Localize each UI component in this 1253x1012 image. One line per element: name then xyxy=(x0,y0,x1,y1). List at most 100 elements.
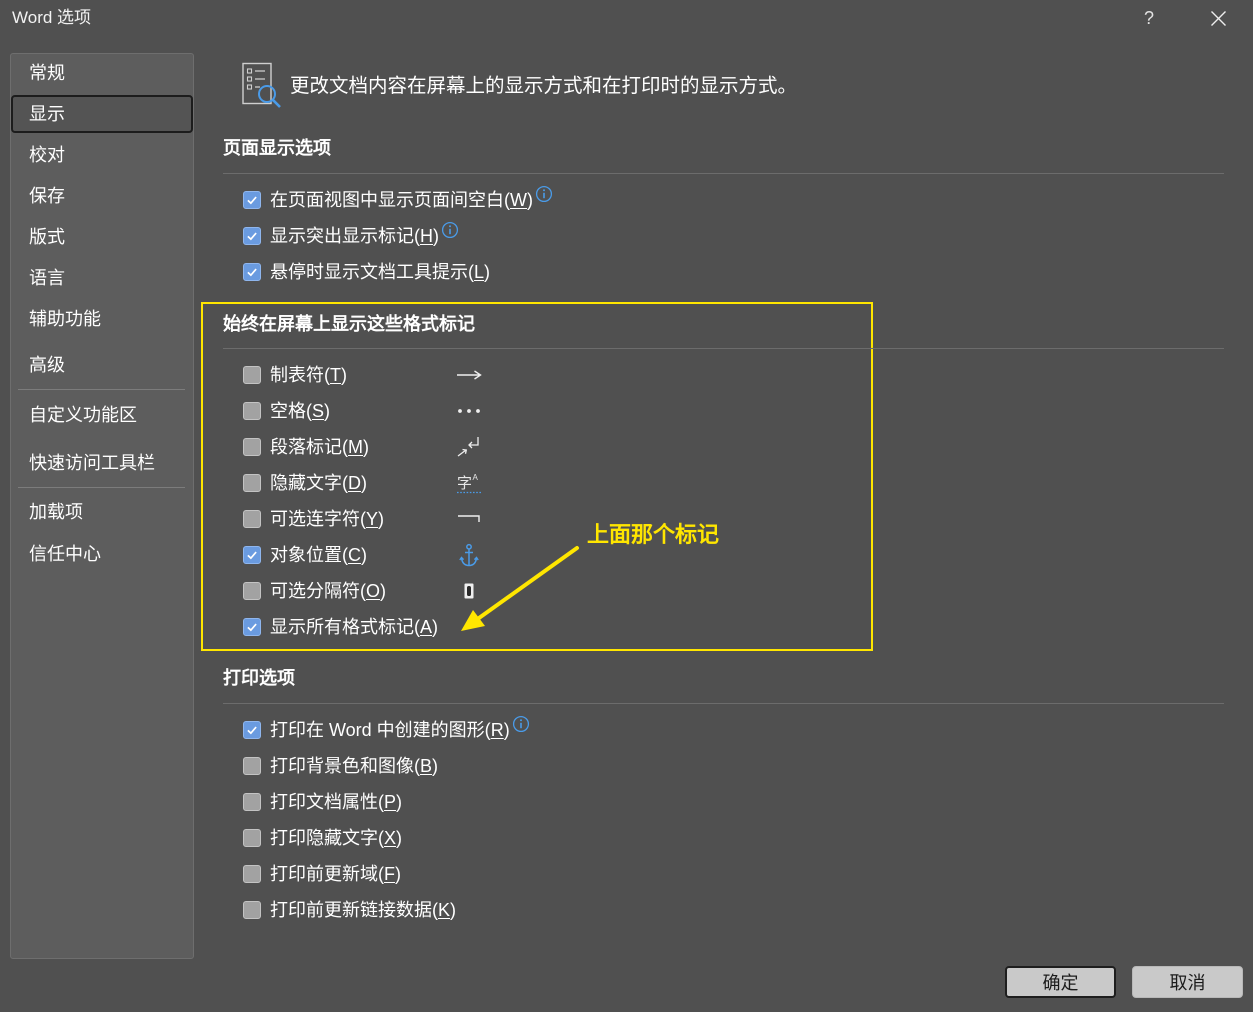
option-label: 制表符(T) xyxy=(270,365,347,385)
checkmark-icon xyxy=(247,726,257,735)
accelerator-key: S xyxy=(312,401,325,421)
show-whitespace-checkbox[interactable] xyxy=(243,191,261,209)
option-tab-characters[interactable]: 制表符(T) xyxy=(243,363,482,387)
option-label: 可选分隔符(O) xyxy=(270,581,387,601)
accelerator-key: R xyxy=(490,720,504,740)
section-title-print: 打印选项 xyxy=(223,668,295,688)
paragraph-mark-icon xyxy=(457,437,479,457)
checkmark-icon xyxy=(247,268,257,277)
help-button[interactable]: ? xyxy=(1141,6,1157,30)
accelerator-key: O xyxy=(366,581,381,601)
option-label: 打印文档属性(P) xyxy=(270,792,403,812)
sidebar: 常规 显示 校对 保存 版式 语言 辅助功能 高级 自定义功能区 快速访问工具栏… xyxy=(10,53,194,959)
option-print-hidden-text[interactable]: 打印隐藏文字(X) xyxy=(243,826,402,850)
print-properties-checkbox[interactable] xyxy=(243,793,261,811)
sidebar-item-display[interactable]: 显示 xyxy=(11,95,193,133)
option-update-linked-data[interactable]: 打印前更新链接数据(K) xyxy=(243,898,456,922)
option-print-properties[interactable]: 打印文档属性(P) xyxy=(243,790,402,814)
option-show-whitespace[interactable]: 在页面视图中显示页面间空白(W) xyxy=(243,185,553,212)
option-object-anchors[interactable]: 对象位置(C) xyxy=(243,543,479,567)
accelerator-key: H xyxy=(420,226,433,246)
update-fields-checkbox[interactable] xyxy=(243,865,261,883)
sidebar-item-typography[interactable]: 版式 xyxy=(11,218,193,256)
accelerator-key: A xyxy=(420,617,433,637)
sidebar-item-customize-ribbon[interactable]: 自定义功能区 xyxy=(11,396,193,434)
option-label: 悬停时显示文档工具提示(L) xyxy=(270,262,491,282)
arrow-icon xyxy=(461,546,579,631)
section-divider xyxy=(223,348,1224,349)
spaces-checkbox[interactable] xyxy=(243,402,261,420)
sidebar-item-trust-center[interactable]: 信任中心 xyxy=(11,535,193,573)
option-label: 打印背景色和图像(B) xyxy=(270,756,439,776)
sidebar-item-general[interactable]: 常规 xyxy=(11,54,193,92)
option-spaces[interactable]: 空格(S) xyxy=(243,399,480,423)
option-show-highlighter-marks[interactable]: 显示突出显示标记(H) xyxy=(243,221,459,248)
option-show-all-formatting-marks[interactable]: 显示所有格式标记(A) xyxy=(243,615,438,639)
option-label: 隐藏文字(D) xyxy=(270,473,367,493)
option-label: 打印在 Word 中创建的图形(R) xyxy=(270,720,510,740)
optional-hyphens-checkbox[interactable] xyxy=(243,510,261,528)
option-label: 打印前更新链接数据(K) xyxy=(270,900,457,920)
accelerator-key: T xyxy=(330,365,341,385)
option-paragraph-marks[interactable]: 段落标记(M) xyxy=(243,435,479,459)
option-label: 段落标记(M) xyxy=(270,437,369,457)
print-hidden-text-checkbox[interactable] xyxy=(243,829,261,847)
sidebar-item-save[interactable]: 保存 xyxy=(11,177,193,215)
option-optional-hyphens[interactable]: 可选连字符(Y) xyxy=(243,507,480,531)
accelerator-key: D xyxy=(348,473,361,493)
hidden-text-glyph: 字 xyxy=(457,475,472,492)
object-anchors-checkbox[interactable] xyxy=(243,546,261,564)
hidden-text-icon: 字 A xyxy=(457,473,481,494)
optional-breaks-checkbox[interactable] xyxy=(243,582,261,600)
print-drawings-checkbox[interactable] xyxy=(243,721,261,739)
option-optional-breaks[interactable]: 可选分隔符(O) xyxy=(243,579,474,603)
option-label: 打印前更新域(F) xyxy=(270,864,401,884)
tab-arrow-icon xyxy=(457,370,482,380)
optional-hyphen-icon xyxy=(458,515,480,522)
checkmark-icon xyxy=(247,232,257,241)
sidebar-item-advanced[interactable]: 高级 xyxy=(11,346,193,384)
window-title: Word 选项 xyxy=(12,8,92,27)
paragraph-marks-checkbox[interactable] xyxy=(243,438,261,456)
accelerator-key: X xyxy=(384,828,397,848)
sidebar-item-add-ins[interactable]: 加载项 xyxy=(11,493,193,531)
option-label: 打印隐藏文字(X) xyxy=(270,828,403,848)
info-icon[interactable] xyxy=(535,185,553,203)
accelerator-key: L xyxy=(474,262,485,282)
show-tooltips-checkbox[interactable] xyxy=(243,263,261,281)
document-view-icon xyxy=(242,62,281,108)
sidebar-item-accessibility[interactable]: 辅助功能 xyxy=(11,300,193,338)
sidebar-item-language[interactable]: 语言 xyxy=(11,259,193,297)
page-description: 更改文档内容在屏幕上的显示方式和在打印时的显示方式。 xyxy=(290,75,798,97)
cancel-button[interactable]: 取消 xyxy=(1132,966,1243,998)
sidebar-divider xyxy=(18,487,185,488)
option-label: 对象位置(C) xyxy=(270,545,367,565)
tab-characters-checkbox[interactable] xyxy=(243,366,261,384)
accelerator-key: F xyxy=(384,864,395,884)
checkmark-icon xyxy=(247,623,257,632)
option-show-tooltips[interactable]: 悬停时显示文档工具提示(L) xyxy=(243,260,490,284)
info-icon[interactable] xyxy=(441,221,459,239)
accelerator-key: M xyxy=(348,437,363,457)
print-background-checkbox[interactable] xyxy=(243,757,261,775)
section-divider xyxy=(223,173,1224,174)
option-print-drawings[interactable]: 打印在 Word 中创建的图形(R) xyxy=(243,715,530,742)
sidebar-item-quick-access-toolbar[interactable]: 快速访问工具栏 xyxy=(11,444,193,482)
accelerator-key: Y xyxy=(366,509,379,529)
hidden-text-checkbox[interactable] xyxy=(243,474,261,492)
close-icon[interactable] xyxy=(1210,10,1227,27)
show-highlighter-marks-checkbox[interactable] xyxy=(243,227,261,245)
accelerator-key: C xyxy=(348,545,361,565)
sidebar-item-proofing[interactable]: 校对 xyxy=(11,136,193,174)
accelerator-key: K xyxy=(438,900,451,920)
show-all-formatting-marks-checkbox[interactable] xyxy=(243,618,261,636)
option-update-fields[interactable]: 打印前更新域(F) xyxy=(243,862,401,886)
option-label: 空格(S) xyxy=(270,401,331,421)
option-print-background[interactable]: 打印背景色和图像(B) xyxy=(243,754,438,778)
section-title-formatting-marks: 始终在屏幕上显示这些格式标记 xyxy=(223,314,475,334)
update-linked-data-checkbox[interactable] xyxy=(243,901,261,919)
info-icon[interactable] xyxy=(512,715,530,733)
option-hidden-text[interactable]: 隐藏文字(D) 字 A xyxy=(243,471,481,495)
ok-button[interactable]: 确定 xyxy=(1005,966,1116,998)
checkmark-icon xyxy=(247,551,257,560)
